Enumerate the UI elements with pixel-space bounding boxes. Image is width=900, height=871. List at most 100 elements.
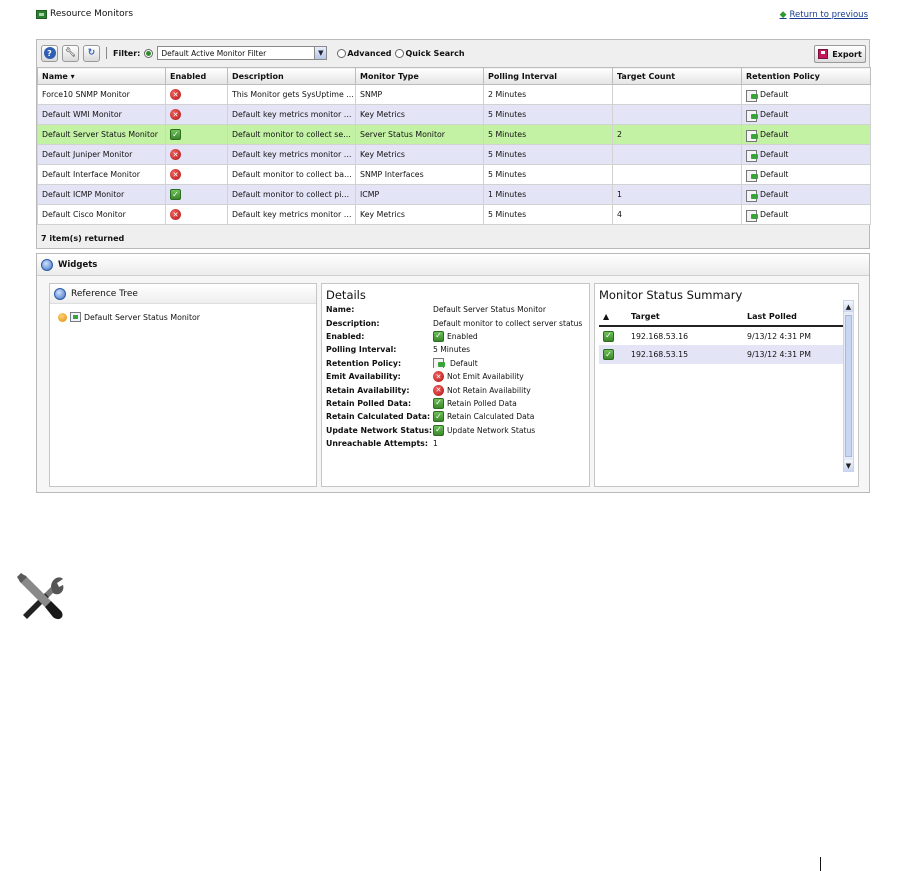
table-row[interactable]: Default WMI Monitor ✕ Default key metrics … bbox=[37, 104, 871, 125]
detail-value: ✓ Retain Calculated Data bbox=[433, 411, 535, 423]
chevron-down-icon[interactable]: ▼ bbox=[314, 47, 327, 59]
monitor-status-row[interactable]: ✓ 192.168.53.15 9/13/12 4:31 PM bbox=[599, 345, 845, 364]
cell-enabled: ✕ bbox=[165, 144, 228, 165]
filter-select[interactable]: Default Active Monitor Filter ▼ bbox=[157, 46, 328, 60]
table-row[interactable]: Default Server Status Monitor ✓ Default mo… bbox=[37, 124, 871, 145]
cell-retention-policy: Default bbox=[741, 84, 871, 105]
detail-row: Retain Availability: ✕ Not Retain Availabi… bbox=[326, 383, 585, 396]
monitor-status-table: ▲ Target Last Polled ✓ 192.168.53.16 9/13/… bbox=[599, 307, 845, 364]
cell-polling-interval: 5 Minutes bbox=[483, 124, 613, 145]
check-icon: ✓ bbox=[433, 424, 444, 436]
collapse-icon[interactable] bbox=[41, 258, 53, 271]
cell-name: Default Server Status Monitor bbox=[37, 124, 166, 145]
detail-label: Retain Calculated Data: bbox=[326, 412, 431, 422]
cell-name: Default WMI Monitor bbox=[37, 104, 166, 125]
column-header-retention-policy[interactable]: Retention Policy bbox=[741, 67, 871, 85]
cell-retention-policy: Default bbox=[741, 144, 871, 165]
detail-value: Default monitor to collect server status bbox=[433, 319, 582, 328]
help-button[interactable]: ? bbox=[41, 44, 58, 62]
table-row[interactable]: Default Juniper Monitor ✕ Default key metr… bbox=[37, 144, 871, 165]
cell-last-polled: 9/13/12 4:31 PM bbox=[743, 345, 845, 364]
detail-value: ✕ Not Emit Availability bbox=[433, 371, 524, 383]
cell-name: Default Juniper Monitor bbox=[37, 144, 166, 165]
detail-value: 5 Minutes bbox=[433, 345, 470, 354]
tree-node[interactable]: Default Server Status Monitor bbox=[58, 312, 316, 322]
advanced-radio[interactable] bbox=[337, 48, 347, 58]
detail-value: ✓ Enabled bbox=[433, 330, 478, 342]
retention-policy-icon bbox=[746, 109, 758, 122]
settings-button[interactable]: 🔧︎ bbox=[62, 44, 79, 62]
reference-tree-panel: Reference Tree Default Server Status Mon… bbox=[49, 283, 317, 487]
column-header-polling-interval[interactable]: Polling Interval bbox=[483, 67, 613, 85]
retention-policy-icon bbox=[746, 209, 758, 222]
cell-monitor-type: SNMP Interfaces bbox=[355, 164, 484, 185]
cell-description: Default monitor to collect ban... bbox=[227, 164, 356, 185]
table-row[interactable]: Default ICMP Monitor ✓ Default monitor to … bbox=[37, 184, 871, 205]
vertical-scrollbar[interactable]: ▲ ▼ bbox=[843, 300, 854, 472]
widgets-header[interactable]: Widgets bbox=[37, 254, 869, 276]
filter-select-value: Default Active Monitor Filter bbox=[161, 48, 267, 58]
table-row[interactable]: Default Cisco Monitor ✕ Default key metric… bbox=[37, 204, 871, 225]
quick-search-radio[interactable] bbox=[395, 48, 405, 58]
column-header-target[interactable]: Target bbox=[627, 307, 743, 327]
check-icon: ✓ bbox=[433, 411, 444, 423]
detail-value: Default Server Status Monitor bbox=[433, 305, 546, 314]
refresh-icon: ↻ bbox=[87, 48, 96, 58]
filter-radio[interactable] bbox=[144, 48, 154, 58]
column-header-description[interactable]: Description bbox=[227, 67, 356, 85]
column-header-last-polled[interactable]: Last Polled bbox=[743, 307, 845, 327]
monitor-status-row[interactable]: ✓ 192.168.53.16 9/13/12 4:31 PM bbox=[599, 326, 845, 345]
table-row[interactable]: Default Interface Monitor ✕ Default monito… bbox=[37, 164, 871, 185]
detail-value: ✓ Update Network Status bbox=[433, 424, 535, 436]
retention-policy-icon bbox=[746, 149, 758, 162]
details-panel: Details Name: Default Server Status Monit… bbox=[321, 283, 590, 487]
cell-status: ✓ bbox=[599, 345, 627, 364]
toolbar: ? 🔧︎ ↻ Filter: Default Active Monitor Fi… bbox=[37, 40, 869, 66]
monitor-status-header-row: ▲ Target Last Polled bbox=[599, 307, 845, 327]
detail-row: Description: Default monitor to collect s… bbox=[326, 316, 585, 329]
refresh-button[interactable]: ↻ bbox=[83, 44, 100, 62]
detail-value: 1 bbox=[433, 439, 438, 448]
column-header-enabled[interactable]: Enabled bbox=[165, 67, 228, 85]
cell-polling-interval: 5 Minutes bbox=[483, 164, 613, 185]
column-header-name[interactable]: Name ▾ bbox=[37, 67, 166, 85]
cell-retention-policy: Default bbox=[741, 124, 871, 145]
scrollbar-thumb[interactable] bbox=[845, 315, 852, 457]
disabled-icon: ✕ bbox=[170, 109, 181, 120]
detail-label: Emit Availability: bbox=[326, 372, 401, 382]
status-ok-icon: ✓ bbox=[603, 349, 614, 360]
detail-value: ✓ Retain Polled Data bbox=[433, 397, 517, 409]
detail-value-text: Retain Calculated Data bbox=[447, 412, 535, 422]
retention-policy-label: Default bbox=[760, 109, 789, 119]
table-header-row: Name ▾ Enabled Description Monitor Type … bbox=[37, 67, 871, 85]
detail-row: Name: Default Server Status Monitor bbox=[326, 303, 585, 316]
back-arrow-icon: ◆ bbox=[779, 10, 787, 20]
cell-enabled: ✕ bbox=[165, 104, 228, 125]
tree-panel-icon bbox=[54, 287, 66, 300]
tools-icon bbox=[17, 573, 64, 620]
filter-label: Filter: bbox=[113, 48, 141, 58]
cell-target: 192.168.53.16 bbox=[627, 326, 743, 345]
column-header-target-count[interactable]: Target Count bbox=[612, 67, 742, 85]
column-header-monitor-type[interactable]: Monitor Type bbox=[355, 67, 484, 85]
enabled-icon: ✓ bbox=[170, 129, 181, 140]
disabled-icon: ✕ bbox=[170, 209, 181, 220]
column-header-status[interactable]: ▲ bbox=[599, 307, 627, 327]
scroll-up-icon[interactable]: ▲ bbox=[844, 301, 853, 312]
cell-polling-interval: 5 Minutes bbox=[483, 104, 613, 125]
details-title: Details bbox=[326, 288, 366, 302]
cell-target-count bbox=[612, 164, 742, 185]
table-row[interactable]: Force10 SNMP Monitor ✕ This Monitor gets S… bbox=[37, 84, 871, 105]
detail-value-text: 1 bbox=[433, 439, 438, 449]
cell-enabled: ✓ bbox=[165, 124, 228, 145]
return-to-previous-link[interactable]: ◆ Return to previous bbox=[780, 10, 868, 20]
detail-label: Retain Polled Data: bbox=[326, 398, 412, 408]
cell-enabled: ✕ bbox=[165, 164, 228, 185]
scroll-down-icon[interactable]: ▼ bbox=[844, 460, 853, 471]
cell-target-count: 2 bbox=[612, 124, 742, 145]
cell-monitor-type: Key Metrics bbox=[355, 204, 484, 225]
cell-target-count: 1 bbox=[612, 184, 742, 205]
expand-toggle-icon[interactable] bbox=[58, 312, 67, 322]
disabled-icon: ✕ bbox=[170, 89, 181, 100]
export-button[interactable]: Export bbox=[814, 45, 866, 63]
